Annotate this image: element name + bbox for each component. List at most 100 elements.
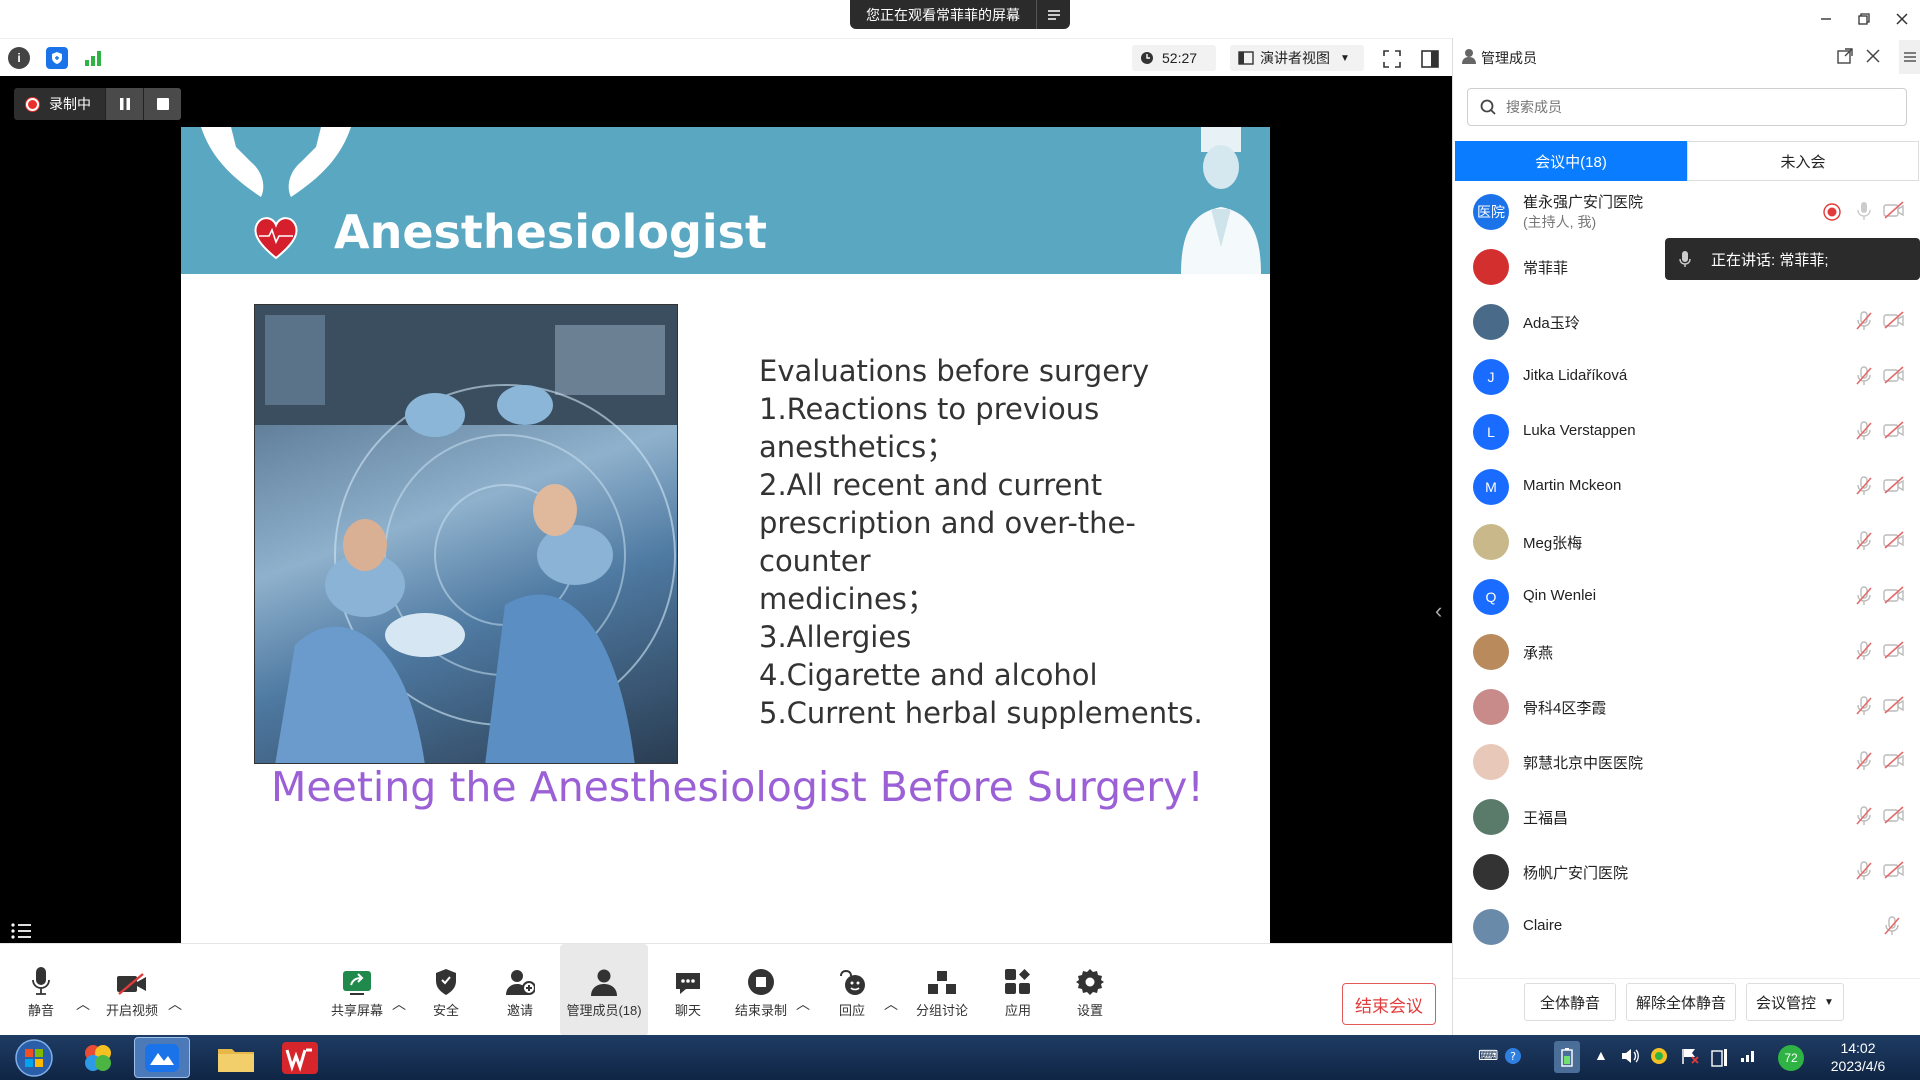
- microphone-icon[interactable]: [1855, 201, 1873, 221]
- volume-icon[interactable]: [1620, 1047, 1640, 1065]
- banner-menu-icon[interactable]: [1036, 0, 1070, 29]
- video-off-icon[interactable]: [1883, 861, 1905, 879]
- tab-not-joined[interactable]: 未入会: [1687, 141, 1919, 181]
- taskbar-app-browser[interactable]: [70, 1037, 126, 1078]
- member-row[interactable]: 骨科4区李霞: [1453, 679, 1920, 734]
- view-mode-dropdown[interactable]: 演讲者视图 ▼: [1230, 45, 1364, 71]
- taskbar-app-meeting[interactable]: [134, 1037, 190, 1078]
- member-row[interactable]: Meg张梅: [1453, 514, 1920, 569]
- member-row[interactable]: 郭慧北京中医医院: [1453, 734, 1920, 789]
- flag-icon[interactable]: [1680, 1047, 1700, 1065]
- video-off-icon[interactable]: [1883, 476, 1905, 494]
- share-screen-button[interactable]: 共享屏幕: [328, 944, 386, 1036]
- video-off-icon[interactable]: [1883, 641, 1905, 659]
- help-icon[interactable]: ?: [1504, 1047, 1522, 1065]
- fullscreen-icon[interactable]: [1382, 49, 1402, 69]
- member-row[interactable]: Ada玉玲: [1453, 294, 1920, 349]
- security-button[interactable]: 安全: [426, 944, 466, 1036]
- start-video-button[interactable]: 开启视频: [100, 944, 164, 1036]
- member-row[interactable]: 杨帆广安门医院: [1453, 844, 1920, 899]
- security-tray-icon[interactable]: [1650, 1047, 1668, 1065]
- members-panel: 管理成员 会议中(18) 未入会 医院崔永强广安门医院 (主持人, 我) 常菲菲 Ad…: [1452, 38, 1920, 1035]
- network-signal-icon[interactable]: [1740, 1047, 1758, 1063]
- video-off-icon[interactable]: [1883, 531, 1905, 549]
- member-row[interactable]: 王福昌: [1453, 789, 1920, 844]
- pause-recording-button[interactable]: [105, 88, 143, 120]
- settings-button[interactable]: 设置: [1072, 944, 1108, 1036]
- muted-mic-icon[interactable]: [1855, 696, 1873, 716]
- taskbar-app-wps[interactable]: [272, 1037, 328, 1078]
- apps-button[interactable]: 应用: [1000, 944, 1036, 1036]
- restore-icon[interactable]: [1846, 6, 1882, 32]
- signal-icon[interactable]: [84, 49, 104, 67]
- close-window-icon[interactable]: [1884, 6, 1920, 32]
- chevron-up-icon[interactable]: ▲: [1594, 1047, 1608, 1063]
- tab-in-meeting[interactable]: 会议中(18): [1455, 141, 1687, 181]
- member-row[interactable]: L Luka Verstappen: [1453, 404, 1920, 459]
- muted-mic-icon[interactable]: [1855, 366, 1873, 386]
- unmute-all-button[interactable]: 解除全体静音: [1626, 983, 1736, 1021]
- invite-button[interactable]: 邀请: [500, 944, 540, 1036]
- video-options-chevron-icon[interactable]: ︿: [168, 994, 182, 1014]
- video-off-icon[interactable]: [1883, 366, 1905, 384]
- hamburger-menu-icon[interactable]: [1899, 40, 1920, 74]
- end-recording-button[interactable]: 结束录制: [730, 944, 792, 1036]
- muted-mic-icon[interactable]: [1855, 476, 1873, 496]
- chat-button[interactable]: 聊天: [668, 944, 708, 1036]
- minimize-icon[interactable]: [1808, 6, 1844, 32]
- video-off-icon[interactable]: [1883, 696, 1905, 714]
- meeting-controls-dropdown[interactable]: 会议管控 ▼: [1746, 983, 1844, 1021]
- info-icon[interactable]: i: [8, 47, 30, 69]
- chevron-left-icon[interactable]: ‹: [1435, 598, 1442, 624]
- stop-recording-button[interactable]: [143, 88, 181, 120]
- keyboard-icon[interactable]: ⌨: [1478, 1047, 1498, 1064]
- breakout-rooms-button[interactable]: 分组讨论: [912, 944, 972, 1036]
- notification-badge[interactable]: 72: [1778, 1045, 1804, 1071]
- manage-members-button[interactable]: 管理成员(18): [560, 944, 648, 1036]
- share-options-chevron-icon[interactable]: ︿: [392, 994, 406, 1014]
- video-off-icon[interactable]: [1883, 806, 1905, 824]
- mute-options-chevron-icon[interactable]: ︿: [76, 994, 90, 1014]
- power-icon[interactable]: [1710, 1047, 1728, 1067]
- muted-mic-icon[interactable]: [1855, 861, 1873, 881]
- search-input[interactable]: [1506, 99, 1886, 115]
- video-off-icon[interactable]: [1883, 751, 1905, 769]
- muted-mic-icon[interactable]: [1855, 311, 1873, 331]
- taskbar-clock[interactable]: 14:02 2023/4/6: [1815, 1039, 1901, 1075]
- video-off-icon[interactable]: [1883, 201, 1905, 219]
- member-row[interactable]: Claire: [1453, 899, 1920, 954]
- muted-mic-icon[interactable]: [1855, 751, 1873, 771]
- muted-mic-icon[interactable]: [1855, 531, 1873, 551]
- popout-icon[interactable]: [1837, 48, 1853, 64]
- member-row[interactable]: M Martin Mckeon: [1453, 459, 1920, 514]
- muted-mic-icon[interactable]: [1855, 806, 1873, 826]
- shield-icon[interactable]: [46, 47, 68, 69]
- member-row[interactable]: Q Qin Wenlei: [1453, 569, 1920, 624]
- screen-share-banner[interactable]: 您正在观看常菲菲的屏幕: [850, 0, 1070, 29]
- mute-all-button[interactable]: 全体静音: [1524, 983, 1616, 1021]
- battery-icon[interactable]: [1554, 1041, 1580, 1073]
- video-off-icon[interactable]: [1883, 586, 1905, 604]
- member-row[interactable]: J Jitka Lidaříková: [1453, 349, 1920, 404]
- member-avatar: 医院: [1473, 194, 1509, 230]
- member-search-box[interactable]: [1467, 88, 1907, 126]
- muted-mic-icon[interactable]: [1855, 421, 1873, 441]
- member-avatar: [1473, 854, 1509, 890]
- member-row[interactable]: 承燕: [1453, 624, 1920, 679]
- video-off-icon[interactable]: [1883, 421, 1905, 439]
- reactions-chevron-icon[interactable]: ︿: [884, 994, 898, 1014]
- list-menu-icon[interactable]: [10, 922, 32, 940]
- start-button[interactable]: [4, 1037, 64, 1078]
- reactions-button[interactable]: 回应: [832, 944, 872, 1036]
- muted-mic-icon[interactable]: [1855, 641, 1873, 661]
- close-panel-icon[interactable]: [1865, 48, 1881, 64]
- end-meeting-button[interactable]: 结束会议: [1342, 983, 1436, 1025]
- muted-mic-icon[interactable]: [1855, 586, 1873, 606]
- mute-button[interactable]: 静音: [20, 944, 62, 1036]
- record-options-chevron-icon[interactable]: ︿: [796, 994, 810, 1014]
- taskbar-app-explorer[interactable]: [208, 1037, 264, 1078]
- video-off-icon[interactable]: [1883, 311, 1905, 329]
- muted-mic-icon[interactable]: [1883, 916, 1901, 936]
- sidebar-toggle-icon[interactable]: [1420, 49, 1440, 69]
- member-row[interactable]: 医院 崔永强广安门医院 (主持人, 我): [1453, 184, 1920, 239]
